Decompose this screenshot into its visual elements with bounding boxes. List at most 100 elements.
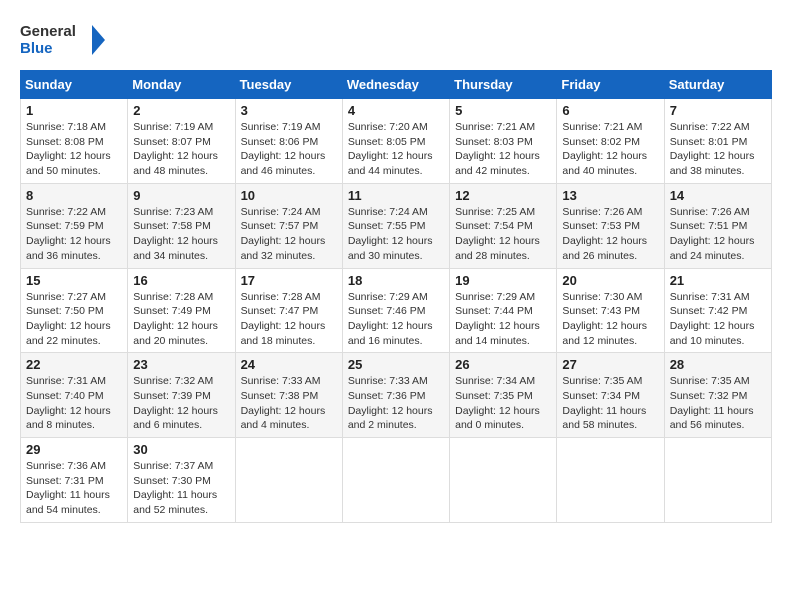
calendar-cell: 10Sunrise: 7:24 AMSunset: 7:57 PMDayligh… (235, 183, 342, 268)
day-number: 3 (241, 103, 337, 118)
day-number: 23 (133, 357, 229, 372)
calendar-cell: 22Sunrise: 7:31 AMSunset: 7:40 PMDayligh… (21, 353, 128, 438)
day-number: 20 (562, 273, 658, 288)
day-content: Sunrise: 7:29 AMSunset: 7:46 PMDaylight:… (348, 290, 444, 349)
day-content: Sunrise: 7:31 AMSunset: 7:42 PMDaylight:… (670, 290, 766, 349)
calendar-cell: 23 Sunrise: 7:32 AMSunset: 7:39 PMDayligh… (128, 353, 235, 438)
day-number: 15 (26, 273, 122, 288)
calendar-row: 29 Sunrise: 7:36 AMSunset: 7:31 PMDayligh… (21, 438, 772, 523)
day-number: 28 (670, 357, 766, 372)
calendar-row: 1 Sunrise: 7:18 AMSunset: 8:08 PMDaylight… (21, 99, 772, 184)
logo: GeneralBlue (20, 20, 110, 60)
day-content: Sunrise: 7:33 AMSunset: 7:38 PMDaylight:… (241, 374, 337, 433)
calendar-cell: 14 Sunrise: 7:26 AMSunset: 7:51 PMDayligh… (664, 183, 771, 268)
calendar-cell: 24 Sunrise: 7:33 AMSunset: 7:38 PMDayligh… (235, 353, 342, 438)
calendar-cell (450, 438, 557, 523)
calendar-cell: 30Sunrise: 7:37 AMSunset: 7:30 PMDayligh… (128, 438, 235, 523)
day-content: Sunrise: 7:21 AMSunset: 8:02 PMDaylight:… (562, 120, 658, 179)
header-thursday: Thursday (450, 71, 557, 99)
calendar-cell: 18Sunrise: 7:29 AMSunset: 7:46 PMDayligh… (342, 268, 449, 353)
day-content: Sunrise: 7:28 AMSunset: 7:49 PMDaylight:… (133, 290, 229, 349)
calendar-cell: 26 Sunrise: 7:34 AMSunset: 7:35 PMDayligh… (450, 353, 557, 438)
day-content: Sunrise: 7:24 AMSunset: 7:57 PMDaylight:… (241, 205, 337, 264)
day-content: Sunrise: 7:34 AMSunset: 7:35 PMDaylight:… (455, 374, 551, 433)
calendar-cell: 9Sunrise: 7:23 AMSunset: 7:58 PMDaylight… (128, 183, 235, 268)
header-friday: Friday (557, 71, 664, 99)
calendar-row: 8 Sunrise: 7:22 AMSunset: 7:59 PMDaylight… (21, 183, 772, 268)
day-number: 8 (26, 188, 122, 203)
calendar-cell: 20 Sunrise: 7:30 AMSunset: 7:43 PMDayligh… (557, 268, 664, 353)
day-number: 24 (241, 357, 337, 372)
day-number: 17 (241, 273, 337, 288)
day-number: 21 (670, 273, 766, 288)
logo-svg: GeneralBlue (20, 20, 110, 60)
calendar-cell (664, 438, 771, 523)
header-sunday: Sunday (21, 71, 128, 99)
day-number: 13 (562, 188, 658, 203)
day-number: 26 (455, 357, 551, 372)
day-content: Sunrise: 7:26 AMSunset: 7:53 PMDaylight:… (562, 205, 658, 264)
day-number: 27 (562, 357, 658, 372)
calendar-cell: 29 Sunrise: 7:36 AMSunset: 7:31 PMDayligh… (21, 438, 128, 523)
day-content: Sunrise: 7:19 AMSunset: 8:06 PMDaylight:… (241, 120, 337, 179)
day-number: 7 (670, 103, 766, 118)
calendar-cell: 27 Sunrise: 7:35 AMSunset: 7:34 PMDayligh… (557, 353, 664, 438)
day-number: 19 (455, 273, 551, 288)
day-number: 4 (348, 103, 444, 118)
day-content: Sunrise: 7:20 AMSunset: 8:05 PMDaylight:… (348, 120, 444, 179)
day-content: Sunrise: 7:26 AMSunset: 7:51 PMDaylight:… (670, 205, 766, 264)
calendar-cell: 5 Sunrise: 7:21 AMSunset: 8:03 PMDaylight… (450, 99, 557, 184)
calendar-cell: 4 Sunrise: 7:20 AMSunset: 8:05 PMDaylight… (342, 99, 449, 184)
svg-text:Blue: Blue (20, 40, 53, 57)
day-number: 6 (562, 103, 658, 118)
calendar-cell: 6 Sunrise: 7:21 AMSunset: 8:02 PMDaylight… (557, 99, 664, 184)
day-number: 14 (670, 188, 766, 203)
day-number: 9 (133, 188, 229, 203)
day-number: 11 (348, 188, 444, 203)
day-content: Sunrise: 7:27 AMSunset: 7:50 PMDaylight:… (26, 290, 122, 349)
calendar-cell: 12 Sunrise: 7:25 AMSunset: 7:54 PMDayligh… (450, 183, 557, 268)
day-content: Sunrise: 7:22 AMSunset: 8:01 PMDaylight:… (670, 120, 766, 179)
day-number: 16 (133, 273, 229, 288)
day-content: Sunrise: 7:19 AMSunset: 8:07 PMDaylight:… (133, 120, 229, 179)
day-content: Sunrise: 7:33 AMSunset: 7:36 PMDaylight:… (348, 374, 444, 433)
day-number: 29 (26, 442, 122, 457)
day-content: Sunrise: 7:35 AMSunset: 7:32 PMDaylight:… (670, 374, 766, 433)
day-number: 5 (455, 103, 551, 118)
svg-text:General: General (20, 23, 76, 40)
day-content: Sunrise: 7:31 AMSunset: 7:40 PMDaylight:… (26, 374, 122, 433)
calendar-cell: 7 Sunrise: 7:22 AMSunset: 8:01 PMDaylight… (664, 99, 771, 184)
calendar-row: 22Sunrise: 7:31 AMSunset: 7:40 PMDayligh… (21, 353, 772, 438)
calendar-cell: 2 Sunrise: 7:19 AMSunset: 8:07 PMDaylight… (128, 99, 235, 184)
day-content: Sunrise: 7:24 AMSunset: 7:55 PMDaylight:… (348, 205, 444, 264)
calendar-cell: 16 Sunrise: 7:28 AMSunset: 7:49 PMDayligh… (128, 268, 235, 353)
header-tuesday: Tuesday (235, 71, 342, 99)
day-content: Sunrise: 7:35 AMSunset: 7:34 PMDaylight:… (562, 374, 658, 433)
day-content: Sunrise: 7:28 AMSunset: 7:47 PMDaylight:… (241, 290, 337, 349)
calendar-cell: 1 Sunrise: 7:18 AMSunset: 8:08 PMDaylight… (21, 99, 128, 184)
calendar-cell (557, 438, 664, 523)
calendar-row: 15 Sunrise: 7:27 AMSunset: 7:50 PMDayligh… (21, 268, 772, 353)
day-content: Sunrise: 7:22 AMSunset: 7:59 PMDaylight:… (26, 205, 122, 264)
day-content: Sunrise: 7:18 AMSunset: 8:08 PMDaylight:… (26, 120, 122, 179)
calendar-cell: 15 Sunrise: 7:27 AMSunset: 7:50 PMDayligh… (21, 268, 128, 353)
day-content: Sunrise: 7:29 AMSunset: 7:44 PMDaylight:… (455, 290, 551, 349)
calendar-cell: 25 Sunrise: 7:33 AMSunset: 7:36 PMDayligh… (342, 353, 449, 438)
calendar-cell: 17 Sunrise: 7:28 AMSunset: 7:47 PMDayligh… (235, 268, 342, 353)
day-number: 25 (348, 357, 444, 372)
calendar-cell: 3 Sunrise: 7:19 AMSunset: 8:06 PMDaylight… (235, 99, 342, 184)
day-content: Sunrise: 7:30 AMSunset: 7:43 PMDaylight:… (562, 290, 658, 349)
header-wednesday: Wednesday (342, 71, 449, 99)
day-content: Sunrise: 7:21 AMSunset: 8:03 PMDaylight:… (455, 120, 551, 179)
calendar-cell: 8 Sunrise: 7:22 AMSunset: 7:59 PMDaylight… (21, 183, 128, 268)
day-content: Sunrise: 7:36 AMSunset: 7:31 PMDaylight:… (26, 459, 122, 518)
day-content: Sunrise: 7:32 AMSunset: 7:39 PMDaylight:… (133, 374, 229, 433)
day-content: Sunrise: 7:25 AMSunset: 7:54 PMDaylight:… (455, 205, 551, 264)
calendar-cell: 11 Sunrise: 7:24 AMSunset: 7:55 PMDayligh… (342, 183, 449, 268)
calendar-cell: 28 Sunrise: 7:35 AMSunset: 7:32 PMDayligh… (664, 353, 771, 438)
day-number: 1 (26, 103, 122, 118)
calendar-cell: 19 Sunrise: 7:29 AMSunset: 7:44 PMDayligh… (450, 268, 557, 353)
day-number: 12 (455, 188, 551, 203)
calendar-cell (235, 438, 342, 523)
day-number: 2 (133, 103, 229, 118)
